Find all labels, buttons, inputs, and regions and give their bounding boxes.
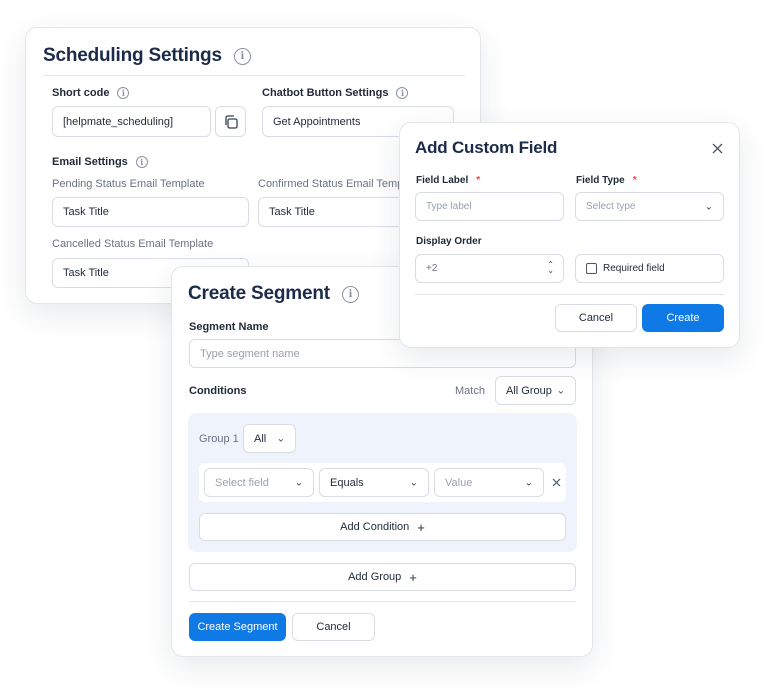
field-type-placeholder: Select type — [586, 201, 636, 212]
chevron-down-icon: ⌄ — [409, 477, 418, 488]
info-icon[interactable]: i — [341, 285, 359, 303]
condition-row: Select field ⌄ Equals ⌄ Value ⌄ — [199, 463, 566, 502]
required-field-label: Required field — [603, 263, 665, 274]
condition-field-placeholder: Select field — [215, 476, 269, 489]
match-label: Match — [455, 385, 485, 397]
field-label-text: Field Label — [416, 175, 469, 186]
custom-field-cancel-button[interactable]: Cancel — [555, 304, 637, 332]
group-label: Group 1 — [199, 433, 239, 445]
display-order-value: +2 — [426, 263, 438, 274]
field-type-select[interactable]: Select type ⌄ — [575, 192, 724, 221]
add-condition-label: Add Condition — [340, 521, 410, 533]
condition-field-select[interactable]: Select field ⌄ — [204, 468, 314, 497]
display-order-label: Display Order — [416, 236, 482, 247]
info-icon[interactable]: i — [233, 47, 251, 65]
add-custom-field-card: Add Custom Field Field Label * Type labe… — [399, 122, 740, 348]
chevron-down-icon: ⌄ — [556, 385, 565, 396]
cancelled-template-label: Cancelled Status Email Template — [52, 238, 214, 250]
segment-title: Create Segment i — [188, 283, 359, 305]
copy-button[interactable] — [215, 106, 246, 137]
chatbot-label-text: Chatbot Button Settings — [262, 87, 389, 99]
segment-footer-divider — [189, 601, 576, 602]
confirmed-template-value: Task Title — [269, 206, 315, 218]
chevron-down-icon: ⌄ — [704, 201, 713, 212]
short-code-label-text: Short code — [52, 87, 110, 99]
chatbot-label: Chatbot Button Settings i — [262, 87, 409, 99]
info-icon[interactable]: i — [117, 87, 130, 99]
conditions-label: Conditions — [189, 385, 247, 397]
cancelled-template-value: Task Title — [63, 267, 109, 279]
pending-template-input[interactable]: Task Title — [52, 197, 249, 227]
checkbox-icon[interactable] — [586, 263, 597, 274]
add-condition-button[interactable]: Add Condition + — [199, 513, 566, 541]
condition-value-select[interactable]: Value ⌄ — [434, 468, 544, 497]
email-settings-label: Email Settings i — [52, 156, 148, 168]
field-type-label: Field Type * — [576, 175, 637, 186]
stepper-down-icon[interactable]: ⌄ — [547, 267, 554, 275]
short-code-value: [helpmate_scheduling] — [63, 115, 174, 128]
plus-icon: + — [417, 519, 425, 535]
close-dialog-button[interactable] — [709, 140, 725, 156]
condition-value-placeholder: Value — [445, 476, 473, 489]
email-settings-label-text: Email Settings — [52, 156, 128, 168]
field-label-input[interactable]: Type label — [415, 192, 564, 221]
chevron-down-icon: ⌄ — [294, 477, 303, 488]
custom-field-create-button[interactable]: Create — [642, 304, 724, 332]
segment-title-text: Create Segment — [188, 283, 330, 304]
match-value: All Group — [506, 384, 552, 397]
chevron-down-icon: ⌄ — [276, 433, 285, 444]
short-code-label: Short code i — [52, 87, 130, 99]
scheduling-divider — [43, 75, 465, 76]
pending-template-value: Task Title — [63, 206, 109, 218]
plus-icon: + — [409, 569, 417, 585]
info-icon[interactable]: i — [396, 87, 409, 99]
field-type-text: Field Type — [576, 175, 625, 186]
field-label-placeholder: Type label — [426, 201, 472, 212]
chevron-down-icon: ⌄ — [524, 477, 533, 488]
group-match-select[interactable]: All ⌄ — [243, 424, 296, 453]
required-asterisk: * — [632, 175, 637, 186]
custom-field-divider — [415, 294, 724, 295]
remove-condition-button[interactable] — [549, 474, 563, 490]
add-group-button[interactable]: Add Group + — [189, 563, 576, 591]
condition-operator-value: Equals — [330, 476, 364, 489]
required-field-toggle[interactable]: Required field — [575, 254, 724, 283]
match-select[interactable]: All Group ⌄ — [495, 376, 576, 405]
stepper-icon[interactable]: ⌃ ⌄ — [547, 261, 554, 275]
copy-icon — [224, 114, 238, 129]
scheduling-title-text: Scheduling Settings — [43, 45, 222, 66]
segment-cancel-button[interactable]: Cancel — [292, 613, 375, 641]
short-code-input[interactable]: [helpmate_scheduling] — [52, 106, 211, 137]
required-asterisk: * — [476, 175, 481, 186]
segment-name-label: Segment Name — [189, 321, 269, 333]
group-match-value: All — [254, 432, 267, 445]
field-label-label: Field Label * — [416, 175, 480, 186]
condition-group: Group 1 All ⌄ Select field ⌄ Equals ⌄ Va… — [188, 413, 577, 552]
pending-template-label: Pending Status Email Template — [52, 178, 205, 190]
create-segment-button[interactable]: Create Segment — [189, 613, 286, 641]
close-icon — [712, 143, 722, 153]
confirmed-template-label: Confirmed Status Email Template — [258, 178, 422, 190]
condition-operator-select[interactable]: Equals ⌄ — [319, 468, 429, 497]
segment-name-placeholder: Type segment name — [200, 347, 300, 360]
info-icon[interactable]: i — [135, 156, 148, 168]
close-icon — [552, 478, 560, 486]
custom-field-title: Add Custom Field — [415, 138, 558, 157]
add-group-label: Add Group — [348, 571, 402, 583]
scheduling-title: Scheduling Settings i — [43, 45, 251, 67]
chatbot-value: Get Appointments — [273, 115, 361, 128]
display-order-input[interactable]: +2 ⌃ ⌄ — [415, 254, 564, 283]
